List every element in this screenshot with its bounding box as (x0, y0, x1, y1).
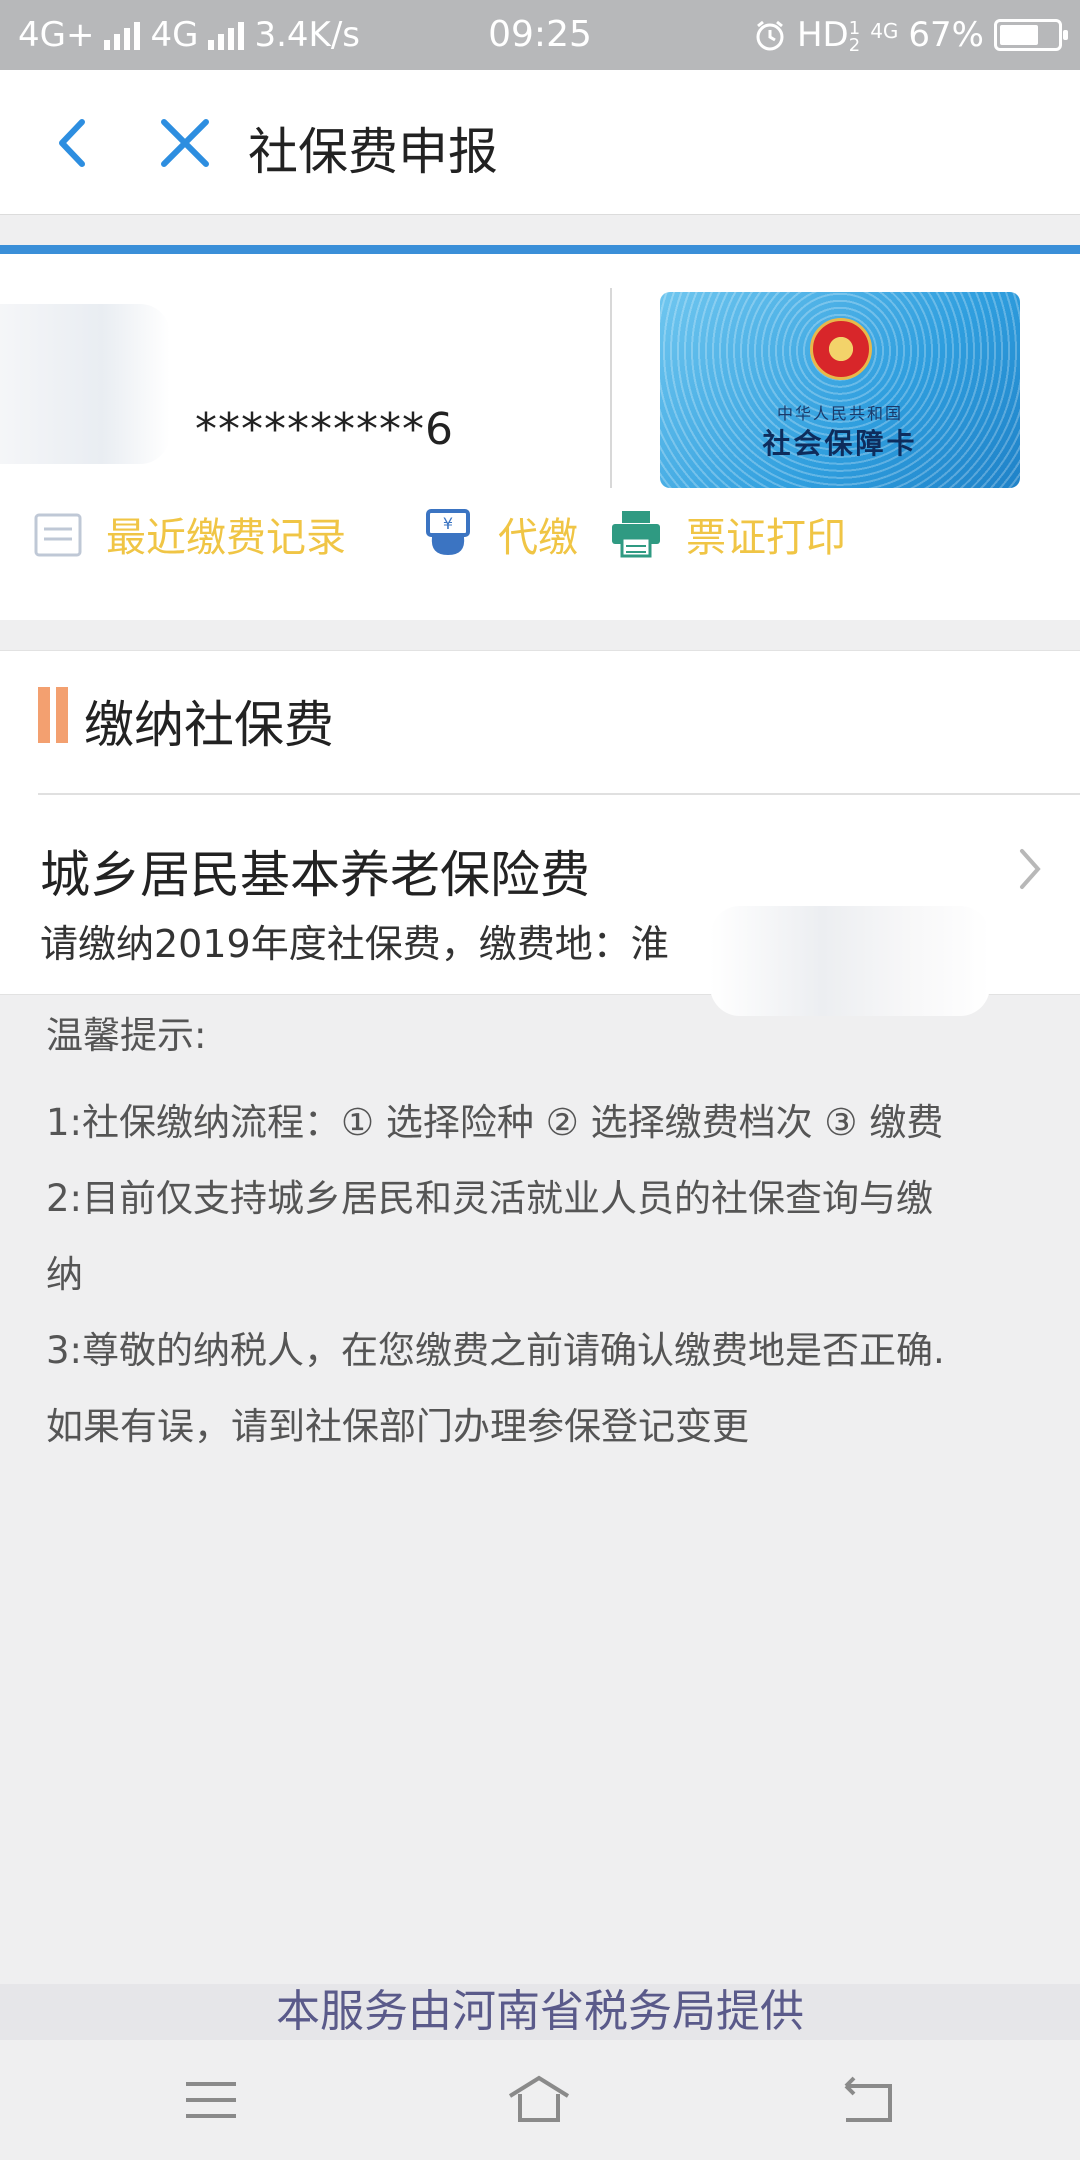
tip-line: 2:目前仅支持城乡居民和灵活就业人员的社保查询与缴 (46, 1177, 934, 1220)
alarm-icon (756, 20, 784, 51)
chevron-right-icon (1020, 849, 1041, 889)
battery-icon (994, 19, 1068, 51)
svg-text:¥: ¥ (443, 514, 453, 533)
signal-icon (208, 20, 245, 50)
recent-payment-records-button[interactable]: 最近缴费记录 (32, 494, 346, 574)
network-speed: 3.4K/s (254, 15, 360, 55)
proxy-pay-button[interactable]: ¥ 代缴 (420, 494, 578, 574)
system-navigation-bar (0, 2040, 1080, 2160)
national-emblem-icon (810, 318, 872, 380)
tips-title: 温馨提示: (46, 1014, 207, 1057)
tip-line: 纳 (46, 1253, 83, 1296)
network-type-3: 4G (870, 19, 899, 43)
card-subtitle: 中华人民共和国 (776, 404, 903, 423)
tips-section: 温馨提示: 1:社保缴纳流程：① 选择险种 ② 选择缴费档次 ③ 缴费 2:目前… (46, 1005, 1066, 1465)
screen: 4G+ 4G 3.4K/s 09:25 HD 1 2 4G 67% 社保费申报 … (0, 0, 1080, 2160)
back-arrow-icon (59, 119, 85, 167)
home-button[interactable] (504, 2070, 574, 2130)
service-provider-note: 本服务由河南省税务局提供 (0, 1984, 1080, 2040)
user-info-card: **********6 中华人民共和国 社会保障卡 最近缴费记录 ¥ 代缴 票证… (0, 254, 1080, 620)
printer-icon (612, 511, 660, 558)
network-type-1: 4G+ (18, 15, 95, 55)
redacted-name (0, 304, 170, 464)
close-button[interactable] (150, 108, 220, 178)
recent-payment-records-label: 最近缴费记录 (106, 515, 346, 561)
tip-line: 如果有误，请到社保部门办理参保登记变更 (46, 1405, 749, 1448)
proxy-pay-icon: ¥ (426, 509, 470, 555)
card-title: 社会保障卡 (762, 427, 918, 460)
insurance-description: 请缴纳2019年度社保费，缴费地：淮 (40, 922, 669, 966)
status-right: HD 1 2 4G 67% (753, 15, 1068, 56)
nav-bar: 社保费申报 (0, 70, 1080, 215)
quick-actions: 最近缴费记录 ¥ 代缴 票证打印 (0, 494, 1080, 574)
network-type-2: 4G (150, 15, 199, 55)
menu-icon (186, 2082, 236, 2118)
status-bar: 4G+ 4G 3.4K/s 09:25 HD 1 2 4G 67% (0, 0, 1080, 70)
battery-percent: 67% (908, 15, 984, 55)
return-icon (844, 2076, 892, 2122)
section-marker (38, 687, 68, 743)
hd-indicator: HD 1 2 (796, 15, 861, 56)
masked-id-number: **********6 (195, 404, 454, 455)
vertical-divider (610, 288, 612, 488)
system-back-button[interactable] (832, 2070, 902, 2130)
signal-icon (104, 20, 141, 50)
back-button[interactable] (40, 108, 110, 178)
insurance-name: 城乡居民基本养老保险费 (40, 846, 590, 904)
proxy-pay-label: 代缴 (498, 515, 578, 561)
menu-button[interactable] (176, 2070, 246, 2130)
redacted-location (710, 906, 990, 1016)
close-icon (161, 119, 209, 167)
page-title: 社保费申报 (248, 123, 498, 181)
social-security-card-image: 中华人民共和国 社会保障卡 (660, 292, 1020, 488)
section-title: 缴纳社保费 (84, 696, 334, 754)
tip-line: 1:社保缴纳流程：① 选择险种 ② 选择缴费档次 ③ 缴费 (46, 1101, 944, 1144)
receipt-print-label: 票证打印 (686, 515, 846, 561)
accent-divider (0, 245, 1080, 254)
home-icon (508, 2075, 570, 2122)
tip-line: 3:尊敬的纳税人，在您缴费之前请确认缴费地是否正确. (46, 1329, 945, 1372)
receipt-print-button[interactable]: 票证打印 (608, 494, 846, 574)
status-left: 4G+ 4G 3.4K/s (18, 15, 438, 55)
records-icon (34, 513, 82, 557)
